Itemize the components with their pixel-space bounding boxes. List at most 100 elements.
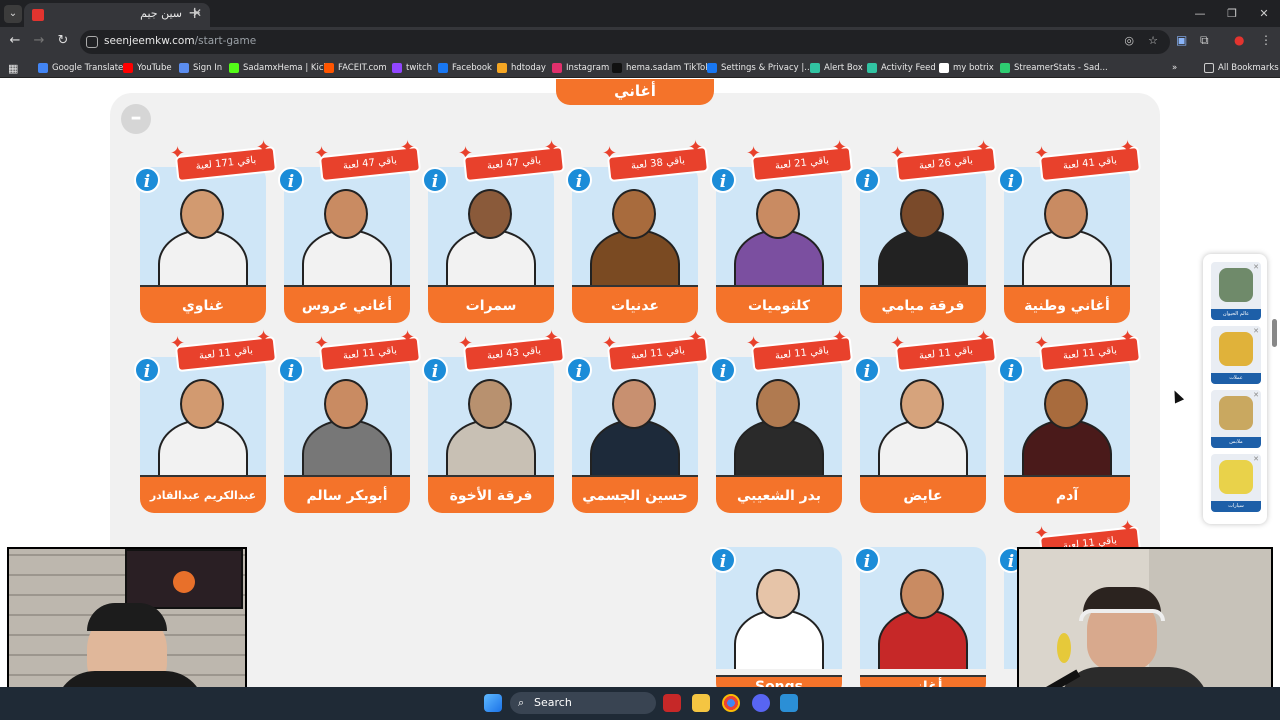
app-icon-multiviewer[interactable] [663, 694, 681, 712]
info-icon[interactable]: i [998, 357, 1024, 383]
bookmark-item[interactable]: Facebook [438, 61, 492, 75]
minimize-icon[interactable]: — [1184, 0, 1216, 27]
bookmark-item[interactable]: Alert Box [810, 61, 863, 75]
category-card[interactable]: عايض i ✦ باقي 11 لعبة ✦ [854, 327, 995, 517]
close-ad-icon[interactable]: ✕ [1253, 327, 1259, 335]
all-bookmarks-folder[interactable]: All Bookmarks [1204, 61, 1279, 75]
sparkle-icon: ✦ [256, 137, 272, 158]
category-card[interactable]: Songs i [710, 547, 842, 687]
bookmark-item[interactable]: YouTube [123, 61, 172, 75]
more-bookmarks-icon[interactable]: » [1172, 61, 1177, 75]
bookmark-item[interactable]: hdtoday [497, 61, 546, 75]
bookmark-item[interactable]: SadamxHema | Kick [229, 61, 328, 75]
bookmark-item[interactable]: twitch [392, 61, 432, 75]
close-ad-icon[interactable]: ✕ [1253, 455, 1259, 463]
category-card[interactable]: فرقة ميامي i ✦ باقي 26 لعبة ✦ [854, 137, 995, 327]
category-card[interactable]: بدر الشعيبي i ✦ باقي 11 لعبة ✦ [710, 327, 851, 517]
side-ad-item[interactable]: ✕ عالم الحيوان [1211, 262, 1261, 320]
side-ad-item[interactable]: ✕ سيارات [1211, 454, 1261, 512]
card-title: عايض [860, 475, 986, 513]
extensions-puzzle-icon[interactable]: ⧉ [1200, 33, 1209, 48]
reload-icon[interactable]: ↻ [54, 33, 72, 48]
card-illustration [284, 357, 410, 479]
category-card[interactable]: عبدالكريم عبدالقادر i ✦ باقي 11 لعبة ✦ [134, 327, 275, 517]
side-ad-item[interactable]: ✕ عملات [1211, 326, 1261, 384]
info-icon[interactable]: i [854, 167, 880, 193]
apps-grid-icon[interactable]: ▦ [8, 61, 18, 75]
card-illustration [716, 357, 842, 479]
info-icon[interactable]: i [134, 167, 160, 193]
category-card[interactable]: كلثوميات i ✦ باقي 21 لعبة ✦ [710, 137, 851, 327]
bookmark-item[interactable]: hema.sadam TikTok [612, 61, 710, 75]
bookmark-item[interactable]: Settings & Privacy |... [707, 61, 812, 75]
bookmark-item[interactable]: my botrix [939, 61, 994, 75]
chrome-icon[interactable] [722, 694, 740, 712]
windows-start-icon[interactable] [484, 694, 502, 712]
figure-head [324, 379, 368, 429]
category-card[interactable]: حسين الجسمي i ✦ باقي 11 لعبة ✦ [566, 327, 707, 517]
side-ad-item[interactable]: ✕ ملابس [1211, 390, 1261, 448]
browser-tab[interactable]: سين جيم ✕ [24, 3, 210, 27]
info-icon[interactable]: i [134, 357, 160, 383]
info-icon[interactable]: i [854, 357, 880, 383]
bookmark-item[interactable]: Activity Feed [867, 61, 936, 75]
category-card[interactable]: غناوي i ✦ باقي 171 لعبة ✦ [134, 137, 275, 327]
tab-search-icon[interactable]: ⌄ [4, 5, 22, 23]
discord-icon[interactable] [752, 694, 770, 712]
category-card[interactable]: أغاني عروس i ✦ باقي 47 لعبة ✦ [278, 137, 419, 327]
app-icon-blue[interactable] [780, 694, 798, 712]
figure-head [612, 379, 656, 429]
category-card[interactable]: أغاني وطنية i ✦ باقي 41 لعبة ✦ [998, 137, 1139, 327]
file-explorer-icon[interactable] [692, 694, 710, 712]
category-card[interactable]: عدنيات i ✦ باقي 38 لعبة ✦ [566, 137, 707, 327]
bookmark-item[interactable]: Google Translate [38, 61, 123, 75]
category-card[interactable]: أبوبكر سالم i ✦ باقي 11 لعبة ✦ [278, 327, 419, 517]
info-icon[interactable]: i [422, 167, 448, 193]
back-icon[interactable]: ← [6, 33, 24, 48]
bookmark-item[interactable]: FACEIT.com [324, 61, 387, 75]
info-icon[interactable]: i [566, 357, 592, 383]
bookmark-item[interactable]: StreamerStats - Sad... [1000, 61, 1108, 75]
bookmark-favicon-icon [392, 63, 402, 73]
category-card[interactable]: سمرات i ✦ باقي 47 لعبة ✦ [422, 137, 563, 327]
card-illustration [284, 167, 410, 289]
category-card[interactable]: فرقة الأخوة i ✦ باقي 43 لعبة ✦ [422, 327, 563, 517]
category-card[interactable]: أغاني i [854, 547, 986, 687]
site-favicon-icon [32, 9, 44, 21]
info-icon[interactable]: i [710, 167, 736, 193]
ad-caption: عملات [1211, 373, 1261, 384]
bookmark-item[interactable]: Sign In [179, 61, 222, 75]
collapse-category-button[interactable]: – [121, 104, 151, 134]
info-icon[interactable]: i [278, 167, 304, 193]
info-icon[interactable]: i [710, 547, 736, 573]
forward-icon[interactable]: → [30, 33, 48, 48]
ad-thumbnail [1219, 332, 1253, 366]
close-ad-icon[interactable]: ✕ [1253, 263, 1259, 271]
bookmark-item[interactable]: Instagram [552, 61, 609, 75]
site-info-icon[interactable] [86, 36, 98, 48]
page-scrollbar[interactable] [1272, 319, 1277, 347]
card-title: سمرات [428, 285, 554, 323]
bookmarks-bar: ▦ Google Translate YouTube Sign In SadamxHe… [0, 57, 1280, 78]
info-icon[interactable]: i [998, 167, 1024, 193]
taskbar-search[interactable]: ⌕ Search [510, 692, 656, 714]
sparkle-icon: ✦ [1120, 327, 1136, 348]
info-icon[interactable]: i [278, 357, 304, 383]
new-tab-icon[interactable]: + [188, 3, 201, 22]
close-window-icon[interactable]: ✕ [1248, 0, 1280, 27]
extension-icon[interactable]: ▣ [1176, 33, 1187, 47]
restore-icon[interactable]: ❐ [1216, 0, 1248, 27]
address-bar[interactable]: seenjeemkw.com/start-game ◎ ☆ [80, 30, 1170, 54]
info-icon[interactable]: i [422, 357, 448, 383]
card-illustration [572, 167, 698, 289]
close-ad-icon[interactable]: ✕ [1253, 391, 1259, 399]
bookmark-star-icon[interactable]: ☆ [1148, 34, 1158, 47]
profile-avatar-icon[interactable]: ● [1234, 33, 1244, 47]
info-icon[interactable]: i [710, 357, 736, 383]
card-title: أغاني [860, 675, 986, 687]
category-card[interactable]: آدم i ✦ باقي 11 لعبة ✦ [998, 327, 1139, 517]
eye-off-icon[interactable]: ◎ [1124, 34, 1134, 47]
menu-dots-icon[interactable]: ⋮ [1260, 33, 1272, 47]
info-icon[interactable]: i [566, 167, 592, 193]
info-icon[interactable]: i [854, 547, 880, 573]
